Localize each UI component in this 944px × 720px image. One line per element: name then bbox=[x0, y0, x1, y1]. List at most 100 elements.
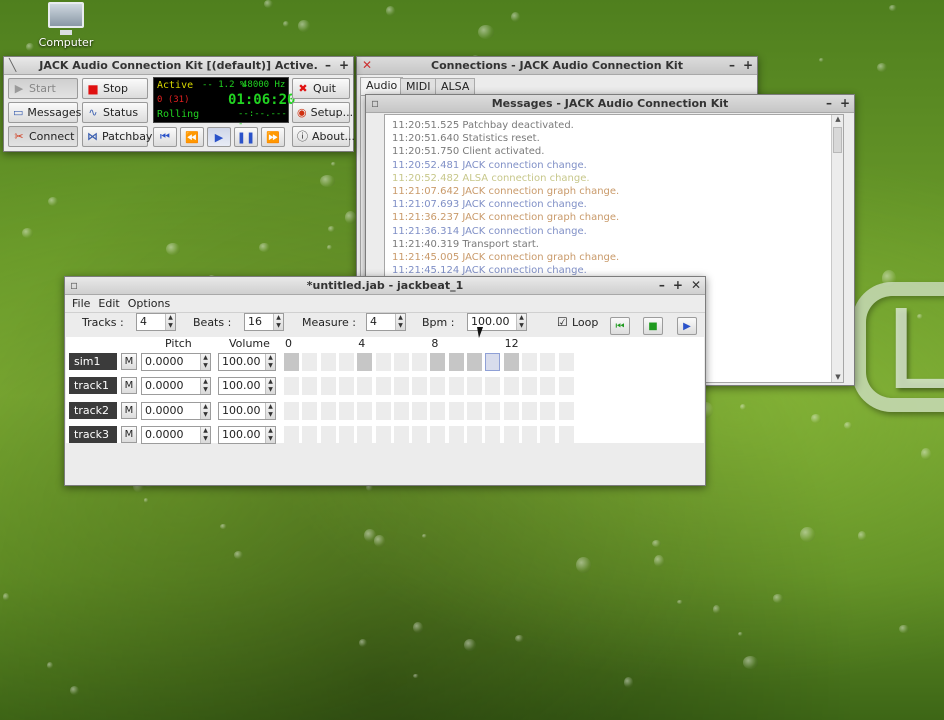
spin-arrows-icon[interactable]: ▲ ▼ bbox=[265, 378, 275, 395]
spin-arrows-icon[interactable]: ▲ ▼ bbox=[165, 314, 175, 330]
beat-cell[interactable] bbox=[375, 377, 391, 396]
spin-arrows-icon[interactable]: ▲ ▼ bbox=[200, 426, 210, 443]
beat-cell[interactable] bbox=[357, 401, 373, 420]
play-button[interactable]: ▶ bbox=[677, 317, 697, 335]
play-button[interactable]: ▶ bbox=[207, 127, 231, 147]
minimize-icon[interactable]: – bbox=[325, 58, 331, 72]
scroll-down-icon[interactable]: ▼ bbox=[833, 373, 843, 381]
beat-cell[interactable] bbox=[375, 401, 391, 420]
beat-cell[interactable] bbox=[503, 377, 519, 396]
track-name[interactable]: track1 bbox=[69, 377, 117, 395]
spin-arrows-icon[interactable]: ▲ ▼ bbox=[516, 314, 526, 330]
volume-spinbox[interactable]: 100.00 ▲ ▼ bbox=[218, 401, 276, 420]
messages-button[interactable]: ▭ Messages bbox=[8, 102, 81, 123]
beat-cell[interactable] bbox=[503, 401, 519, 420]
patchbay-button[interactable]: ⋈ Patchbay bbox=[82, 126, 152, 147]
close-icon[interactable]: ✕ bbox=[691, 278, 701, 292]
beat-cell[interactable] bbox=[467, 401, 482, 420]
beat-cell[interactable] bbox=[448, 425, 464, 444]
pitch-spinbox[interactable]: 0.0000 ▲ ▼ bbox=[141, 353, 211, 371]
setup-button[interactable]: ◉ Setup... bbox=[292, 102, 353, 123]
track-name[interactable]: track2 bbox=[69, 401, 117, 419]
beat-cell[interactable] bbox=[558, 425, 574, 444]
beat-cell[interactable] bbox=[540, 353, 556, 371]
menu-file[interactable]: File bbox=[68, 295, 94, 312]
beat-cell[interactable] bbox=[521, 425, 537, 444]
rewind-start-button[interactable]: ⏮ bbox=[610, 317, 630, 335]
beat-cell[interactable] bbox=[338, 401, 354, 420]
beat-cell[interactable] bbox=[448, 377, 464, 396]
beat-cell[interactable] bbox=[430, 425, 446, 444]
window-menu-icon[interactable]: ▫ bbox=[70, 278, 78, 292]
beat-cell[interactable] bbox=[540, 377, 556, 396]
window-menu-icon[interactable]: ╲ bbox=[9, 58, 16, 72]
volume-spinbox[interactable]: 100.00 ▲ ▼ bbox=[218, 377, 276, 396]
beat-cell[interactable] bbox=[357, 377, 373, 396]
beat-cell[interactable] bbox=[338, 353, 354, 371]
tab-alsa[interactable]: ALSA bbox=[435, 78, 476, 95]
beat-cell[interactable] bbox=[448, 353, 464, 371]
beat-cell[interactable] bbox=[393, 401, 409, 420]
beat-cell[interactable] bbox=[412, 353, 428, 371]
jackbeat-titlebar[interactable]: ▫ *untitled.jab - jackbeat_1 – + ✕ bbox=[65, 277, 705, 295]
beat-cell[interactable] bbox=[467, 353, 482, 371]
mute-button[interactable]: M bbox=[121, 425, 137, 443]
beat-cell[interactable] bbox=[521, 353, 537, 371]
beat-cell[interactable] bbox=[521, 401, 537, 420]
tab-midi[interactable]: MIDI bbox=[400, 78, 437, 95]
minimize-icon[interactable]: – bbox=[826, 96, 832, 110]
connections-titlebar[interactable]: ✕ Connections - JACK Audio Connection Ki… bbox=[357, 57, 757, 75]
beat-cell[interactable] bbox=[320, 425, 336, 444]
beat-cell[interactable] bbox=[302, 377, 318, 396]
pitch-spinbox[interactable]: 0.0000 ▲ ▼ bbox=[141, 401, 211, 420]
beat-cell[interactable] bbox=[393, 353, 409, 371]
stop-button[interactable]: ■ bbox=[643, 317, 663, 335]
volume-spinbox[interactable]: 100.00 ▲ ▼ bbox=[218, 425, 276, 444]
menu-options[interactable]: Options bbox=[124, 295, 174, 312]
mute-button[interactable]: M bbox=[121, 377, 137, 395]
beat-cell[interactable] bbox=[558, 353, 574, 371]
messages-titlebar[interactable]: ▫ Messages - JACK Audio Connection Kit –… bbox=[366, 95, 854, 113]
beat-cell[interactable] bbox=[485, 353, 501, 371]
beat-cell[interactable] bbox=[467, 377, 482, 396]
window-menu-icon[interactable]: ▫ bbox=[371, 96, 379, 110]
beat-cell[interactable] bbox=[430, 401, 446, 420]
minimize-icon[interactable]: – bbox=[729, 58, 735, 72]
beat-cell[interactable] bbox=[320, 353, 336, 371]
beat-cell[interactable] bbox=[503, 425, 519, 444]
beat-cell[interactable] bbox=[412, 377, 428, 396]
pause-button[interactable]: ❚❚ bbox=[234, 127, 258, 147]
track-name[interactable]: track3 bbox=[69, 425, 117, 443]
spin-arrows-icon[interactable]: ▲ ▼ bbox=[265, 354, 275, 370]
about-button[interactable]: ⓘ About... bbox=[292, 126, 355, 147]
rewind-start-button[interactable]: ⏮ bbox=[153, 127, 177, 147]
beat-cell[interactable] bbox=[338, 377, 354, 396]
beat-cell[interactable] bbox=[485, 425, 501, 444]
scroll-thumb[interactable] bbox=[833, 127, 842, 153]
beat-cell[interactable] bbox=[357, 425, 373, 444]
beat-cell[interactable] bbox=[284, 353, 299, 371]
loop-checkbox[interactable]: ☑ bbox=[557, 315, 568, 329]
pitch-spinbox[interactable]: 0.0000 ▲ ▼ bbox=[141, 377, 211, 396]
beat-cell[interactable] bbox=[320, 401, 336, 420]
forward-button[interactable]: ⏩ bbox=[261, 127, 285, 147]
beat-cell[interactable] bbox=[393, 377, 409, 396]
beat-cell[interactable] bbox=[430, 353, 446, 371]
beat-cell[interactable] bbox=[357, 353, 373, 371]
connect-button[interactable]: ✂ Connect bbox=[8, 126, 78, 147]
beats-spinbox[interactable]: 16 ▲ ▼ bbox=[244, 313, 284, 331]
beat-cell[interactable] bbox=[375, 425, 391, 444]
beat-cell[interactable] bbox=[412, 425, 428, 444]
beat-cell[interactable] bbox=[284, 377, 299, 396]
quit-button[interactable]: ✖ Quit bbox=[292, 78, 350, 99]
beat-cell[interactable] bbox=[485, 401, 501, 420]
beat-cell[interactable] bbox=[412, 401, 428, 420]
beat-cell[interactable] bbox=[558, 377, 574, 396]
start-button[interactable]: ▶ Start bbox=[8, 78, 78, 99]
status-button[interactable]: ∿ Status bbox=[82, 102, 148, 123]
beat-cell[interactable] bbox=[338, 425, 354, 444]
stop-button[interactable]: ■ Stop bbox=[82, 78, 148, 99]
volume-spinbox[interactable]: 100.00 ▲ ▼ bbox=[218, 353, 276, 371]
pitch-spinbox[interactable]: 0.0000 ▲ ▼ bbox=[141, 425, 211, 444]
beat-cell[interactable] bbox=[375, 353, 391, 371]
